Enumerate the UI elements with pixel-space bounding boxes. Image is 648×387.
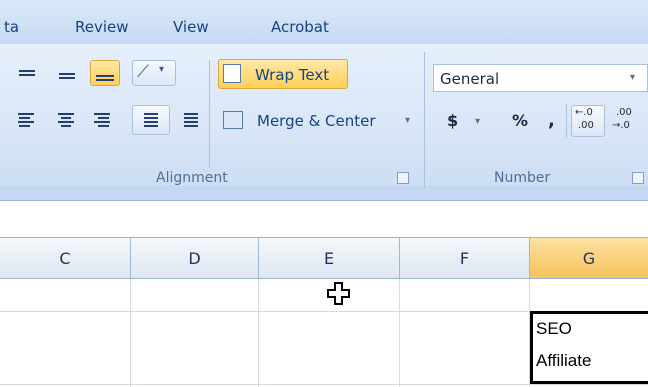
increase-decimal-button[interactable]: ←.0 .00 <box>571 105 605 137</box>
cell-g2-line2: Affiliate <box>536 351 592 370</box>
wrap-text-icon <box>223 64 241 83</box>
cell-f1[interactable] <box>400 279 529 311</box>
column-header-g-label: G <box>582 248 596 268</box>
column-header-g[interactable]: G <box>530 238 648 278</box>
comma-style-button[interactable]: , <box>540 107 562 135</box>
number-format-value: General <box>440 70 500 88</box>
align-left-button[interactable] <box>14 107 38 133</box>
comma-label: , <box>548 110 555 131</box>
tab-review[interactable]: Review <box>75 18 129 36</box>
number-format-dropdown-icon: ▾ <box>630 72 636 83</box>
percent-button[interactable]: % <box>506 107 532 135</box>
orientation-button[interactable]: ⟋ ▾ <box>132 60 176 86</box>
cell-g1[interactable] <box>530 279 648 311</box>
column-header-e[interactable]: E <box>259 238 400 278</box>
align-right-button[interactable] <box>90 107 114 133</box>
tab-acrobat[interactable]: Acrobat <box>271 18 329 36</box>
group-separator <box>424 52 425 188</box>
column-header-d[interactable]: D <box>131 238 259 278</box>
alignment-separator <box>209 60 210 168</box>
alignment-group-label: Alignment <box>156 170 228 186</box>
increase-indent-button[interactable] <box>174 105 208 135</box>
column-header-f-label: F <box>459 248 470 268</box>
increase-decimal-top: ←.0 <box>575 107 593 118</box>
cell-c1[interactable] <box>0 279 130 311</box>
orientation-dropdown-icon: ▾ <box>159 64 165 75</box>
wrap-text-button[interactable]: Wrap Text <box>218 59 348 89</box>
cell-g2-line1: SEO <box>536 319 572 338</box>
cell-select-cursor-icon <box>327 282 350 305</box>
tab-data[interactable]: ta <box>4 18 19 36</box>
column-header-c-label: C <box>59 248 71 268</box>
decrease-decimal-top: .00 <box>616 107 632 118</box>
formula-bar-area <box>0 201 648 238</box>
percent-label: % <box>512 111 529 130</box>
currency-dropdown-icon: ▾ <box>475 116 481 127</box>
cell-d1[interactable] <box>131 279 258 311</box>
selected-cell-g2[interactable]: SEO Affiliate <box>530 311 648 384</box>
grid-line <box>0 384 648 385</box>
orientation-icon: ⟋ <box>137 62 149 82</box>
alignment-dialog-launcher-icon[interactable] <box>397 172 409 184</box>
bottom-align-button[interactable] <box>90 60 120 86</box>
column-header-f[interactable]: F <box>400 238 530 278</box>
middle-align-button[interactable] <box>54 61 80 85</box>
column-header-e-label: E <box>323 248 335 268</box>
decrease-decimal-button[interactable]: .00 →.0 <box>609 105 645 137</box>
merge-center-label: Merge & Center <box>257 112 376 130</box>
currency-label: $ <box>447 111 459 130</box>
currency-button[interactable]: $ ▾ <box>440 107 502 135</box>
column-header-d-label: D <box>188 248 201 268</box>
wrap-text-label: Wrap Text <box>255 66 330 84</box>
top-align-button[interactable] <box>14 61 40 85</box>
tab-view[interactable]: View <box>173 18 209 36</box>
merge-center-dropdown-icon: ▾ <box>405 115 411 126</box>
column-header-c[interactable]: C <box>0 238 131 278</box>
number-dialog-launcher-icon[interactable] <box>632 172 644 184</box>
number-format-select[interactable]: General ▾ <box>433 64 648 92</box>
ribbon-group-label-bar <box>0 186 648 200</box>
number-group-label: Number <box>494 170 551 186</box>
merge-center-icon <box>223 111 243 129</box>
number-separator <box>566 104 567 138</box>
align-center-button[interactable] <box>54 107 78 133</box>
increase-decimal-bottom: .00 <box>578 120 594 131</box>
merge-center-button[interactable]: Merge & Center ▾ <box>218 105 414 135</box>
decrease-indent-button[interactable] <box>132 105 170 135</box>
decrease-decimal-bottom: →.0 <box>612 120 630 131</box>
